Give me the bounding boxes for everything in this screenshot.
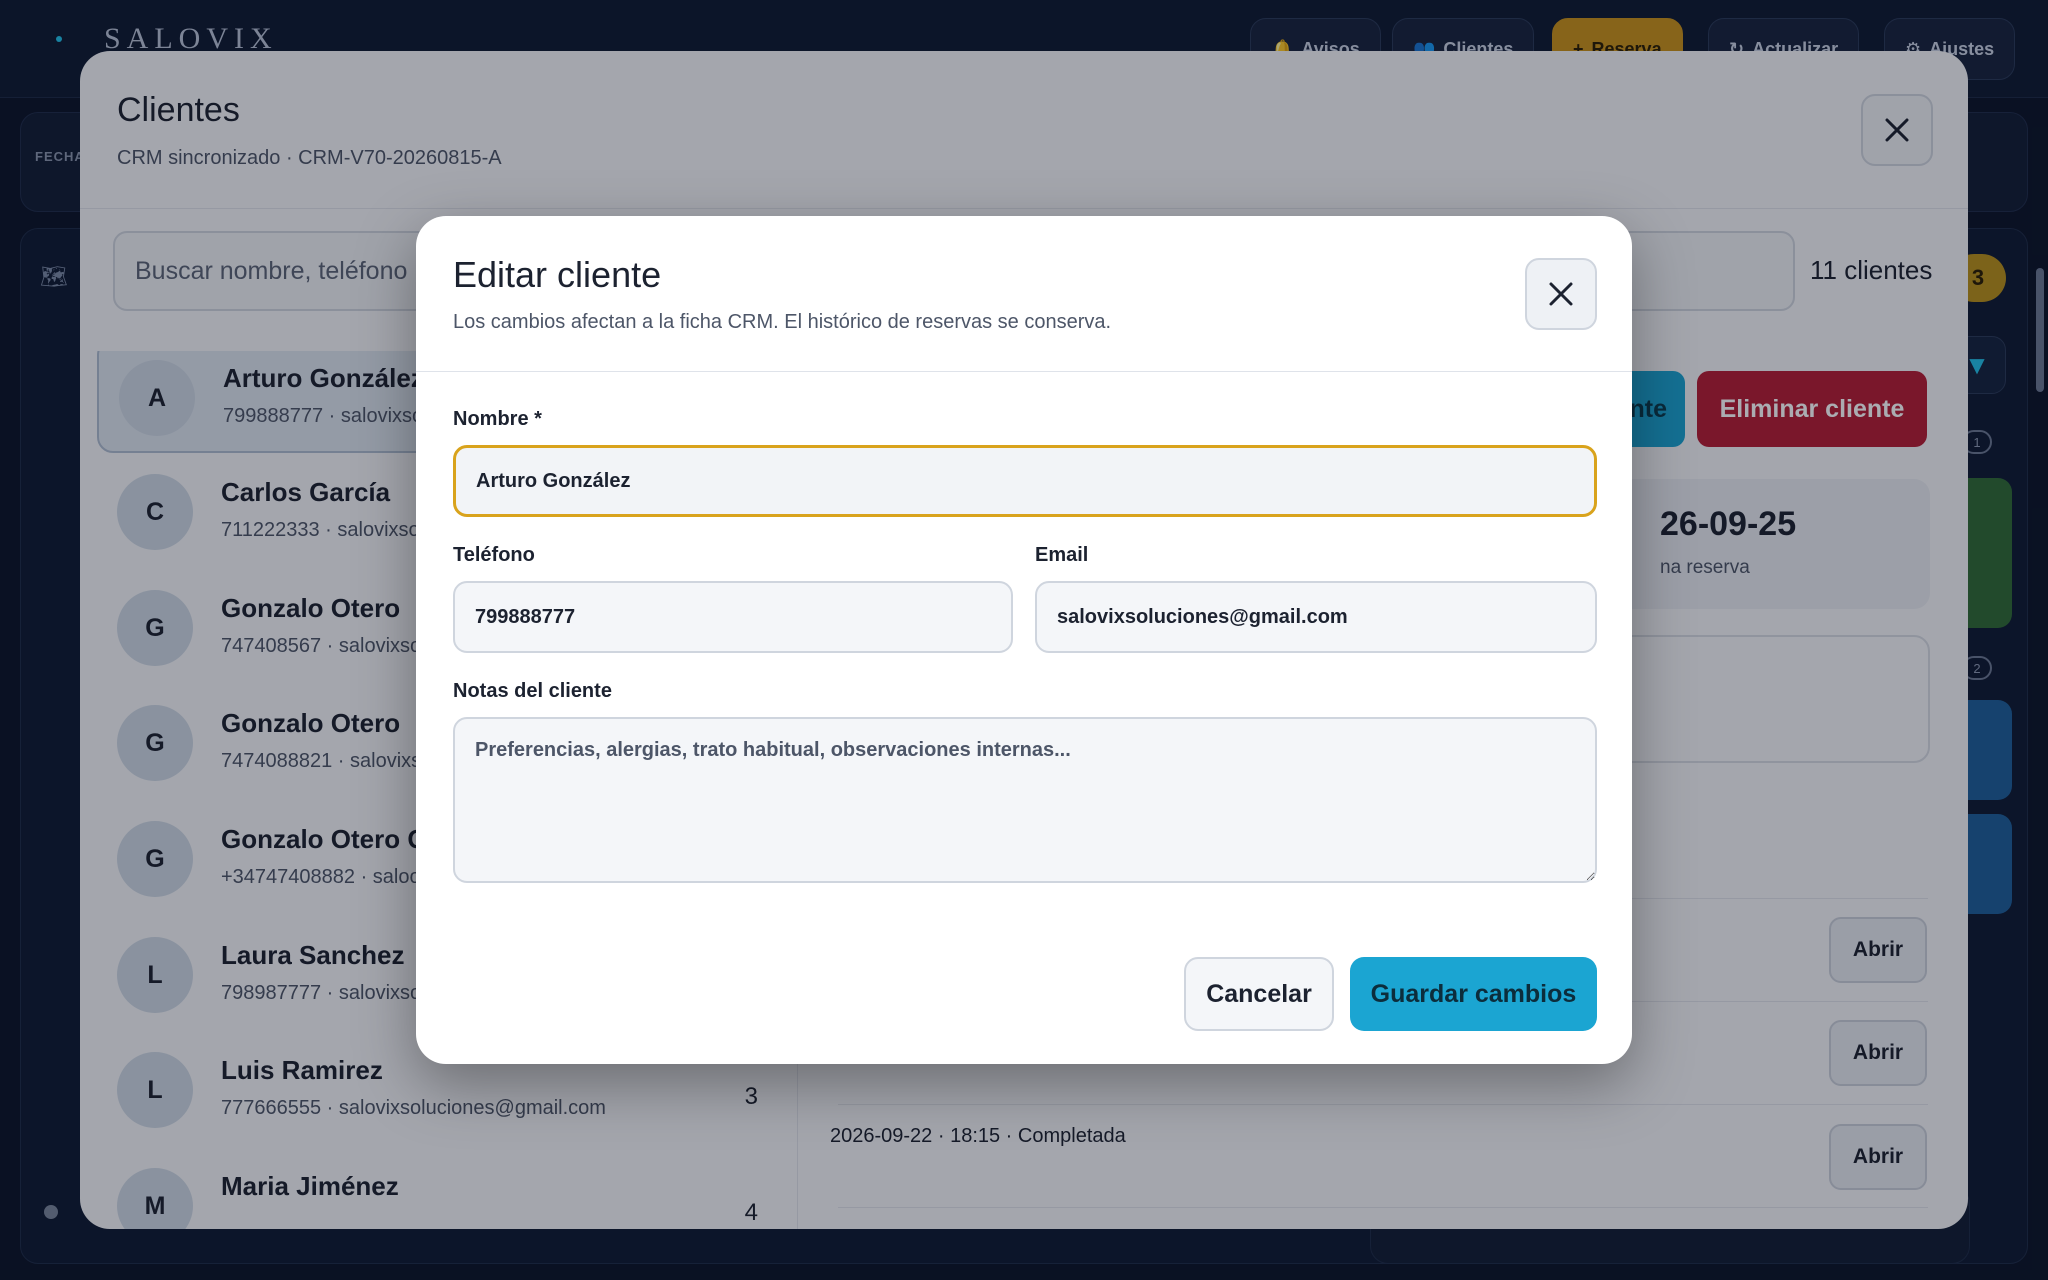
phone-input[interactable] <box>453 581 1013 653</box>
name-label: Nombre * <box>453 408 542 430</box>
edit-client-dialog: Editar cliente Los cambios afectan a la … <box>416 216 1632 1064</box>
save-button[interactable]: Guardar cambios <box>1350 957 1597 1031</box>
notes-label: Notas del cliente <box>453 680 612 702</box>
name-input[interactable] <box>453 445 1597 517</box>
dialog-close-button[interactable] <box>1525 258 1597 330</box>
dialog-title: Editar cliente <box>453 254 662 295</box>
cancel-button[interactable]: Cancelar <box>1184 957 1334 1031</box>
phone-label: Teléfono <box>453 544 535 566</box>
close-icon <box>1549 282 1573 306</box>
dialog-header: Editar cliente Los cambios afectan a la … <box>416 216 1632 372</box>
notes-textarea[interactable] <box>453 717 1597 883</box>
email-input[interactable] <box>1035 581 1597 653</box>
email-label: Email <box>1035 544 1089 566</box>
dialog-subtitle: Los cambios afectan a la ficha CRM. El h… <box>453 311 1112 333</box>
